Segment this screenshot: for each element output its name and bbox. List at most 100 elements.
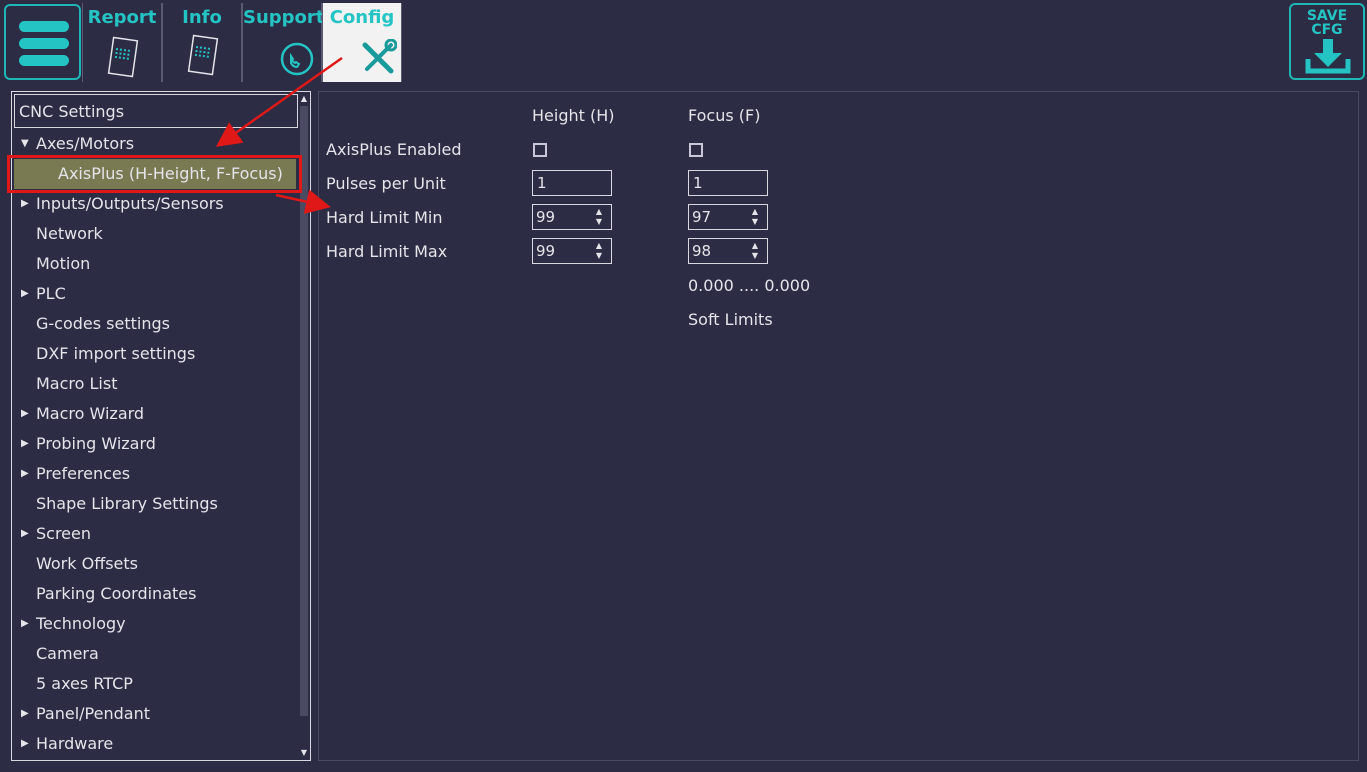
height-limit-max-stepper[interactable]: 99 ▲ ▼: [532, 238, 612, 264]
tree-item[interactable]: Parking Coordinates: [12, 579, 298, 609]
tree-item-label: Inputs/Outputs/Sensors: [36, 194, 224, 213]
tree-item[interactable]: Motion: [12, 249, 298, 279]
tree-item-label: G-codes settings: [36, 314, 170, 333]
tree-item-label: Shape Library Settings: [36, 494, 218, 513]
tree-item-label: 5 axes RTCP: [36, 674, 133, 693]
tree-item[interactable]: 5 axes RTCP: [12, 669, 298, 699]
menu-icon: [19, 21, 69, 32]
scroll-down-icon[interactable]: ▼: [299, 748, 309, 757]
spin-value: 99: [536, 208, 556, 226]
tree-item[interactable]: ▶ Technology: [12, 609, 298, 639]
save-config-button[interactable]: SAVE CFG: [1289, 3, 1365, 80]
tree-item[interactable]: ▶ Inputs/Outputs/Sensors: [12, 189, 298, 219]
tree-item[interactable]: ▶ Panel/Pendant: [12, 699, 298, 729]
menu-icon: [19, 38, 69, 49]
spin-down-icon[interactable]: ▼: [747, 217, 763, 227]
phone-icon: [280, 42, 314, 76]
axisplus-settings-panel: Height (H) Focus (F) AxisPlus Enabled Pu…: [318, 91, 1359, 761]
tab-support[interactable]: Support: [242, 3, 325, 82]
tree-item-label: Work Offsets: [36, 554, 139, 573]
sd-card-icon: [107, 36, 139, 78]
label-hard-limit-min: Hard Limit Min: [326, 208, 443, 227]
tree-item[interactable]: Work Offsets: [12, 549, 298, 579]
spin-down-icon[interactable]: ▼: [747, 251, 763, 261]
chevron-right-icon[interactable]: ▶: [21, 609, 29, 639]
spin-value: 98: [692, 242, 712, 260]
annotation-highlight-box: [7, 155, 302, 193]
tree-item-label: Macro Wizard: [36, 404, 145, 423]
scroll-up-icon[interactable]: ▲: [299, 94, 309, 103]
tree-item[interactable]: Camera: [12, 639, 298, 669]
tree-item[interactable]: Shape Library Settings: [12, 489, 298, 519]
tree-item-label: PLC: [36, 284, 66, 303]
soft-limit-range: 0.000 .... 0.000: [688, 276, 811, 295]
tab-support-label: Support: [243, 7, 325, 28]
chevron-right-icon[interactable]: ▶: [21, 699, 29, 729]
tree-item-label: Parking Coordinates: [36, 584, 197, 603]
tab-report[interactable]: Report: [82, 3, 162, 82]
chevron-right-icon[interactable]: ▶: [21, 429, 29, 459]
tree-item-label: Network: [36, 224, 103, 243]
tree-item-label: Camera: [36, 644, 99, 663]
tree-header: CNC Settings: [14, 94, 298, 128]
label-pulses-per-unit: Pulses per Unit: [326, 174, 446, 193]
scrollbar-thumb[interactable]: [300, 106, 308, 716]
tab-info-label: Info: [182, 7, 222, 28]
chevron-right-icon[interactable]: ▶: [21, 279, 29, 309]
focus-enabled-checkbox[interactable]: [689, 143, 703, 157]
chevron-right-icon[interactable]: ▶: [21, 189, 29, 219]
save-button-label: SAVE CFG: [1306, 8, 1348, 38]
tree-item[interactable]: ▶ Hardware: [12, 729, 298, 759]
tree-item[interactable]: DXF import settings: [12, 339, 298, 369]
column-header-focus: Focus (F): [688, 106, 761, 125]
spin-up-icon[interactable]: ▲: [591, 207, 607, 217]
sd-card-icon: [187, 34, 219, 76]
label-axisplus-enabled: AxisPlus Enabled: [326, 140, 462, 159]
height-pulses-input[interactable]: 1: [532, 170, 612, 196]
tree-item[interactable]: Macro List: [12, 369, 298, 399]
column-header-height: Height (H): [532, 106, 615, 125]
tree-item[interactable]: G-codes settings: [12, 309, 298, 339]
chevron-right-icon[interactable]: ▶: [21, 399, 29, 429]
chevron-right-icon[interactable]: ▶: [21, 519, 29, 549]
tree-item[interactable]: ▶ Macro Wizard: [12, 399, 298, 429]
tree-scrollbar[interactable]: ▲ ▼: [299, 94, 309, 758]
main-menu-button[interactable]: [4, 4, 81, 80]
tools-icon: [362, 39, 397, 74]
tree-item-label: Screen: [36, 524, 92, 543]
spin-value: 97: [692, 208, 712, 226]
chevron-right-icon[interactable]: ▶: [21, 459, 29, 489]
tree-item[interactable]: Network: [12, 219, 298, 249]
tab-config[interactable]: Config: [322, 3, 402, 82]
label-hard-limit-max: Hard Limit Max: [326, 242, 448, 261]
chevron-right-icon[interactable]: ▶: [21, 729, 29, 759]
tree-item[interactable]: ▶ Preferences: [12, 459, 298, 489]
soft-limits-label: Soft Limits: [688, 310, 773, 329]
tab-info[interactable]: Info: [162, 3, 242, 82]
tree-item-label: Motion: [36, 254, 91, 273]
focus-limit-max-stepper[interactable]: 98 ▲ ▼: [688, 238, 768, 264]
tree-item[interactable]: ▶ Screen: [12, 519, 298, 549]
height-enabled-checkbox[interactable]: [533, 143, 547, 157]
spin-up-icon[interactable]: ▲: [591, 241, 607, 251]
spin-down-icon[interactable]: ▼: [591, 217, 607, 227]
tree-item[interactable]: ▶ Probing Wizard: [12, 429, 298, 459]
height-limit-min-stepper[interactable]: 99 ▲ ▼: [532, 204, 612, 230]
tree-item-label: Macro List: [36, 374, 118, 393]
tree-item-label: Probing Wizard: [36, 434, 156, 453]
tab-report-label: Report: [87, 7, 157, 28]
spin-up-icon[interactable]: ▲: [747, 241, 763, 251]
tree-item-label: DXF import settings: [36, 344, 196, 363]
tree-item-label: Preferences: [36, 464, 131, 483]
tree-item-label: Technology: [36, 614, 126, 633]
spin-down-icon[interactable]: ▼: [591, 251, 607, 261]
download-icon: [1305, 39, 1351, 74]
tab-config-label: Config: [329, 7, 395, 28]
focus-limit-min-stepper[interactable]: 97 ▲ ▼: [688, 204, 768, 230]
spin-up-icon[interactable]: ▲: [747, 207, 763, 217]
menu-icon: [19, 55, 69, 66]
tree-item[interactable]: ▶ PLC: [12, 279, 298, 309]
top-toolbar: Report Info Support Config SAVE CFG: [0, 0, 1367, 86]
focus-pulses-input[interactable]: 1: [688, 170, 768, 196]
tree-item-label: Panel/Pendant: [36, 704, 150, 723]
